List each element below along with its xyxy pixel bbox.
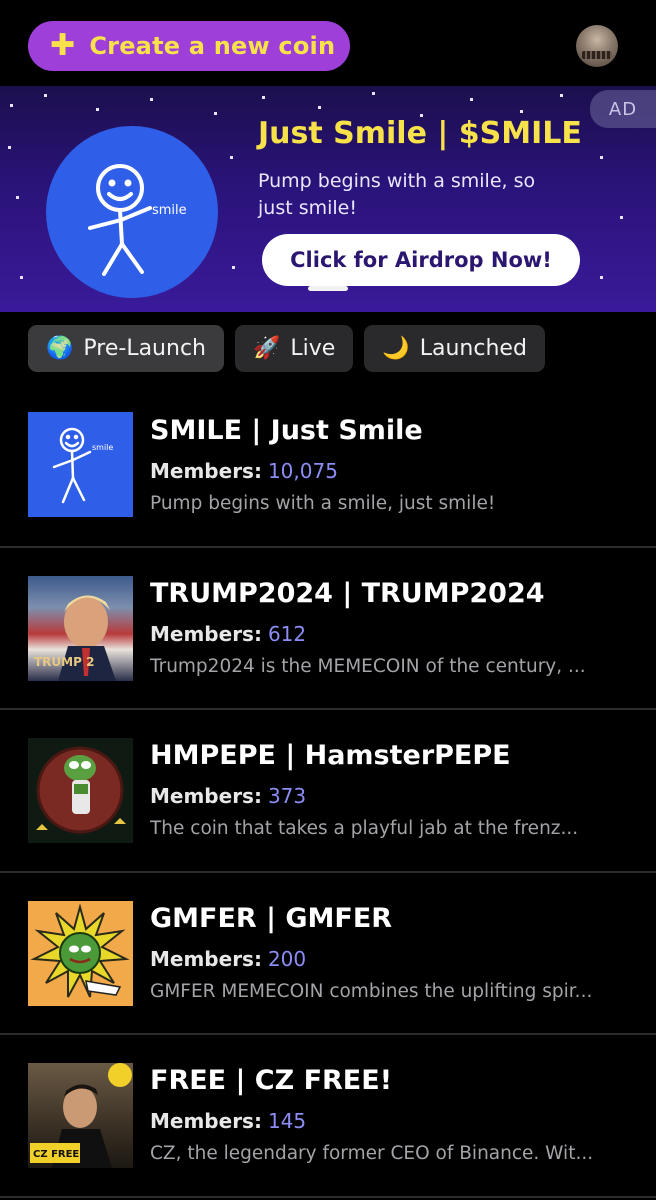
- carousel-indicator[interactable]: [308, 286, 348, 291]
- coin-thumbnail: TRUMP 2: [28, 575, 133, 681]
- tab-label: Launched: [419, 336, 527, 361]
- members-count: 200: [267, 946, 307, 971]
- list-item[interactable]: smile SMILE | Just Smile Members: 10,075 …: [0, 385, 656, 548]
- pepe-hamster-image: [36, 746, 126, 834]
- members-label: Members:: [150, 459, 262, 483]
- ad-description: Pump begins with a smile, so just smile!: [258, 170, 536, 219]
- svg-text:smile: smile: [92, 443, 113, 452]
- coin-description: CZ, the legendary former CEO of Binance.…: [150, 1143, 594, 1164]
- members-label: Members:: [150, 1109, 262, 1133]
- top-bar: ✚ Create a new coin: [0, 0, 656, 86]
- portrait-image: TRUMP 2: [34, 594, 116, 681]
- coin-description: The coin that takes a playful jab at the…: [150, 818, 579, 839]
- moon-icon: 🌙: [382, 336, 410, 361]
- members-count: 10,075: [267, 459, 338, 483]
- globe-icon: 🌍: [46, 336, 74, 361]
- coin-thumbnail: [28, 900, 133, 1006]
- members-label: Members:: [150, 784, 262, 808]
- create-coin-label: Create a new coin: [89, 32, 336, 60]
- coin-name: GMFER | GMFER: [150, 902, 393, 934]
- members-row: Members: 10,075: [150, 459, 338, 483]
- coin-name: SMILE | Just Smile: [150, 415, 423, 446]
- ad-badge: AD: [590, 90, 656, 128]
- sun-pepe-image: [30, 902, 130, 997]
- stick-figure-icon: smile: [88, 164, 187, 276]
- stick-figure-icon: smile: [52, 427, 113, 504]
- coin-description: Trump2024 is the MEMECOIN of the century…: [150, 655, 586, 677]
- members-row: Members: 612: [150, 622, 306, 646]
- members-row: Members: 145: [150, 1109, 306, 1133]
- svg-text:TRUMP 2: TRUMP 2: [34, 655, 94, 669]
- members-row: Members: 373: [150, 784, 306, 808]
- list-item[interactable]: CZ FREE ! FREE | CZ FREE! Members: 145 CZ…: [0, 1035, 656, 1198]
- airdrop-button[interactable]: Click for Airdrop Now!: [262, 234, 580, 286]
- ad-banner[interactable]: AD smile Just Smile | $SMILE Pump begins…: [0, 86, 656, 312]
- coin-list: smile SMILE | Just Smile Members: 10,075 …: [0, 385, 656, 1198]
- ad-title: Just Smile | $SMILE: [258, 116, 582, 151]
- members-label: Members:: [150, 621, 262, 646]
- coin-description: Pump begins with a smile, just smile!: [150, 493, 496, 514]
- members-count: 145: [267, 1109, 307, 1133]
- tab-pre-launch[interactable]: 🌍 Pre-Launch: [28, 325, 224, 372]
- coin-thumbnail: CZ FREE !: [28, 1063, 133, 1168]
- members-count: 373: [267, 784, 307, 808]
- coin-name: HMPEPE | HamsterPEPE: [150, 740, 511, 771]
- coin-description: GMFER MEMECOIN combines the uplifting sp…: [150, 980, 593, 1002]
- coin-thumbnail: [28, 738, 133, 843]
- members-label: Members:: [150, 946, 262, 971]
- members-count: 612: [267, 621, 307, 646]
- svg-text:smile: smile: [152, 203, 187, 218]
- tab-live[interactable]: 🚀 Live: [235, 325, 354, 372]
- avatar-image: [582, 51, 612, 59]
- plus-icon: ✚: [50, 28, 76, 63]
- coin-name: TRUMP2024 | TRUMP2024: [150, 577, 545, 609]
- list-item[interactable]: TRUMP 2 TRUMP2024 | TRUMP2024 Members: 61…: [0, 548, 656, 710]
- tab-launched[interactable]: 🌙 Launched: [364, 325, 545, 372]
- members-row: Members: 200: [150, 947, 306, 971]
- smile-logo: smile: [46, 126, 218, 298]
- create-coin-button[interactable]: ✚ Create a new coin: [28, 21, 350, 71]
- rocket-icon: 🚀: [253, 336, 281, 361]
- tab-label: Live: [290, 336, 336, 361]
- svg-text:CZ FREE !: CZ FREE !: [33, 1149, 87, 1160]
- coin-name: FREE | CZ FREE!: [150, 1065, 393, 1096]
- list-item[interactable]: HMPEPE | HamsterPEPE Members: 373 The coi…: [0, 710, 656, 873]
- filter-tabs: 🌍 Pre-Launch 🚀 Live 🌙 Launched: [28, 325, 545, 372]
- coin-thumbnail: smile: [28, 412, 133, 517]
- avatar[interactable]: [576, 25, 618, 67]
- portrait-image: CZ FREE !: [30, 1063, 132, 1168]
- list-item[interactable]: GMFER | GMFER Members: 200 GMFER MEMECOIN…: [0, 873, 656, 1035]
- tab-label: Pre-Launch: [83, 336, 206, 361]
